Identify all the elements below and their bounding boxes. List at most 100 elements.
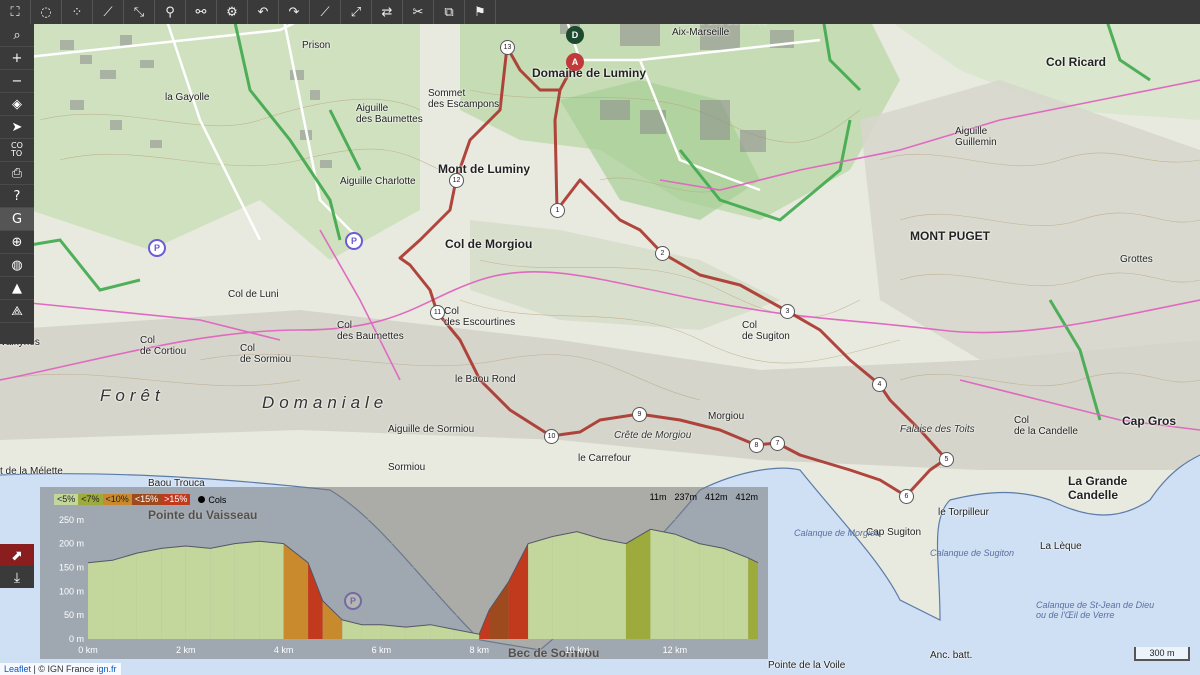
left-toolbar: ⌕ + − ◈ ➤ CO TO ⎙ ? G ⊕ ◍ ▲ ⟁ <box>0 24 34 344</box>
profile-segment <box>489 581 509 639</box>
expand-icon[interactable]: ⛶ <box>0 0 31 24</box>
map-label: le Baou Rond <box>455 374 516 385</box>
profile-segment <box>322 600 343 639</box>
ign-link[interactable]: ign.fr <box>97 664 117 674</box>
print-icon[interactable]: ⎙ <box>0 162 34 185</box>
redo-icon[interactable]: ↷ <box>279 0 310 24</box>
map-label: Crête de Morgiou <box>614 430 692 441</box>
x-tick-label: 8 km <box>469 645 489 655</box>
y-tick-label: 100 m <box>59 586 84 596</box>
map-label: Col de Cortiou <box>140 335 187 357</box>
map-label: Grottes <box>1120 254 1153 265</box>
profile-chart-icon[interactable]: ⬈ <box>0 544 34 566</box>
map-label: t de la Mélette <box>0 466 63 477</box>
search-icon[interactable]: ⌕ <box>0 24 34 47</box>
globe-icon[interactable]: ◍ <box>0 254 34 277</box>
elevation-profile: <5% <7% <10% <15% >15% Cols 11m 237m 412… <box>40 487 768 659</box>
waypoint-marker[interactable]: 6 <box>899 489 914 504</box>
download-icon[interactable]: ⤓ <box>0 566 34 588</box>
mountain-icon[interactable]: ▲ <box>0 277 34 300</box>
zoom-in-icon[interactable]: + <box>0 47 34 70</box>
draw-line-icon[interactable]: ⟋ <box>93 0 124 24</box>
map-label: Aiguille de Sormiou <box>388 424 475 435</box>
profile-segment <box>283 543 309 639</box>
map-label: Col des Escourtines <box>444 306 516 328</box>
hide-icon[interactable]: ◌ <box>31 0 62 24</box>
waypoint-marker[interactable]: 3 <box>780 304 795 319</box>
y-tick-label: 150 m <box>59 562 84 572</box>
draw-route-car-icon[interactable]: ⚙ <box>217 0 248 24</box>
draw-route-walk-icon[interactable]: ⚲ <box>155 0 186 24</box>
x-tick-label: 6 km <box>372 645 392 655</box>
map-label: Col de Sugiton <box>742 320 790 342</box>
attribution-text: | © IGN France <box>31 664 97 674</box>
map-label: Col de Luni <box>228 289 279 300</box>
merge-icon[interactable]: ⧉ <box>434 0 465 24</box>
y-tick-label: 50 m <box>64 610 84 620</box>
profile-segment <box>259 541 284 639</box>
parking-icon: P <box>148 239 166 257</box>
profile-segment <box>723 548 749 639</box>
map-label: Forêt <box>100 386 165 405</box>
draw-line-3-icon[interactable]: ⤢ <box>341 0 372 24</box>
waypoint-marker[interactable]: 11 <box>430 305 445 320</box>
waypoint-marker[interactable]: 7 <box>770 436 785 451</box>
help-icon[interactable]: ? <box>0 185 34 208</box>
waypoint-marker[interactable]: 4 <box>872 377 887 392</box>
cut-icon[interactable]: ✂ <box>403 0 434 24</box>
map-label: Calanque de Morgiou <box>794 528 881 538</box>
scale-bar: 300 m <box>1134 647 1190 661</box>
y-tick-label: 200 m <box>59 539 84 549</box>
x-tick-label: 2 km <box>176 645 196 655</box>
waypoint-marker[interactable]: 5 <box>939 452 954 467</box>
waypoint-marker[interactable]: 9 <box>632 407 647 422</box>
leaflet-link[interactable]: Leaflet <box>4 664 31 674</box>
map-label: Anc. batt. <box>930 650 973 661</box>
profile-segment <box>210 543 235 639</box>
target-icon[interactable]: ⊕ <box>0 231 34 254</box>
map-label: Aiguille des Baumettes <box>356 103 423 125</box>
draw-line-2-icon[interactable]: ⟋ <box>310 0 341 24</box>
map-label: Calanque de St-Jean de Dieu ou de l'Œil … <box>1036 600 1155 620</box>
waypoint-marker[interactable]: 2 <box>655 246 670 261</box>
draw-route-icon[interactable]: ⤡ <box>124 0 155 24</box>
parking-icon: P <box>345 232 363 250</box>
y-tick-label: 0 m <box>69 634 84 644</box>
waypoint-marker[interactable]: 10 <box>544 429 559 444</box>
undo-icon[interactable]: ↶ <box>248 0 279 24</box>
waypoint-marker[interactable]: 8 <box>749 438 764 453</box>
reverse-icon[interactable]: ⇄ <box>372 0 403 24</box>
waypoint-marker[interactable]: 13 <box>500 40 515 55</box>
profile-segment <box>748 557 758 639</box>
end-marker[interactable]: A <box>566 53 584 71</box>
map-label: MONT PUGET <box>910 229 990 243</box>
map-label: Domaine de Luminy <box>532 66 647 80</box>
elevation-icon[interactable]: ⟁ <box>0 300 34 323</box>
map-label: le Carrefour <box>578 453 631 464</box>
start-marker[interactable]: D <box>566 26 584 44</box>
zoom-out-icon[interactable]: − <box>0 70 34 93</box>
map-label: la Gayolle <box>165 92 210 103</box>
waypoint-marker[interactable]: 1 <box>550 203 565 218</box>
place-marker-icon[interactable]: ⚑ <box>465 0 496 24</box>
map-label: Col de la Candelle <box>1014 415 1078 437</box>
profile-segment <box>601 538 626 639</box>
gpx-icon[interactable]: G <box>0 208 34 231</box>
map-label: La Grande Candelle <box>1068 474 1128 502</box>
map-label: Aiguille Charlotte <box>340 176 416 187</box>
map-label: Col des Baumettes <box>337 320 404 342</box>
draw-point-icon[interactable]: ⁘ <box>62 0 93 24</box>
waypoint-marker[interactable]: 12 <box>449 173 464 188</box>
elevation-chart[interactable]: 0 m 50 m 100 m 150 m 200 m 250 m 0 km 2 km 4 km 6… <box>40 487 768 659</box>
layers-icon[interactable]: ◈ <box>0 93 34 116</box>
draw-route-bike-icon[interactable]: ⚯ <box>186 0 217 24</box>
co-to-button[interactable]: CO TO <box>0 139 34 162</box>
map-label: Prison <box>302 40 331 51</box>
profile-segment <box>112 553 137 639</box>
locate-icon[interactable]: ➤ <box>0 116 34 139</box>
profile-segment <box>552 531 578 639</box>
profile-segment <box>577 531 602 639</box>
profile-segment <box>625 529 651 639</box>
profile-segment <box>234 541 260 639</box>
x-tick-label: 4 km <box>274 645 294 655</box>
